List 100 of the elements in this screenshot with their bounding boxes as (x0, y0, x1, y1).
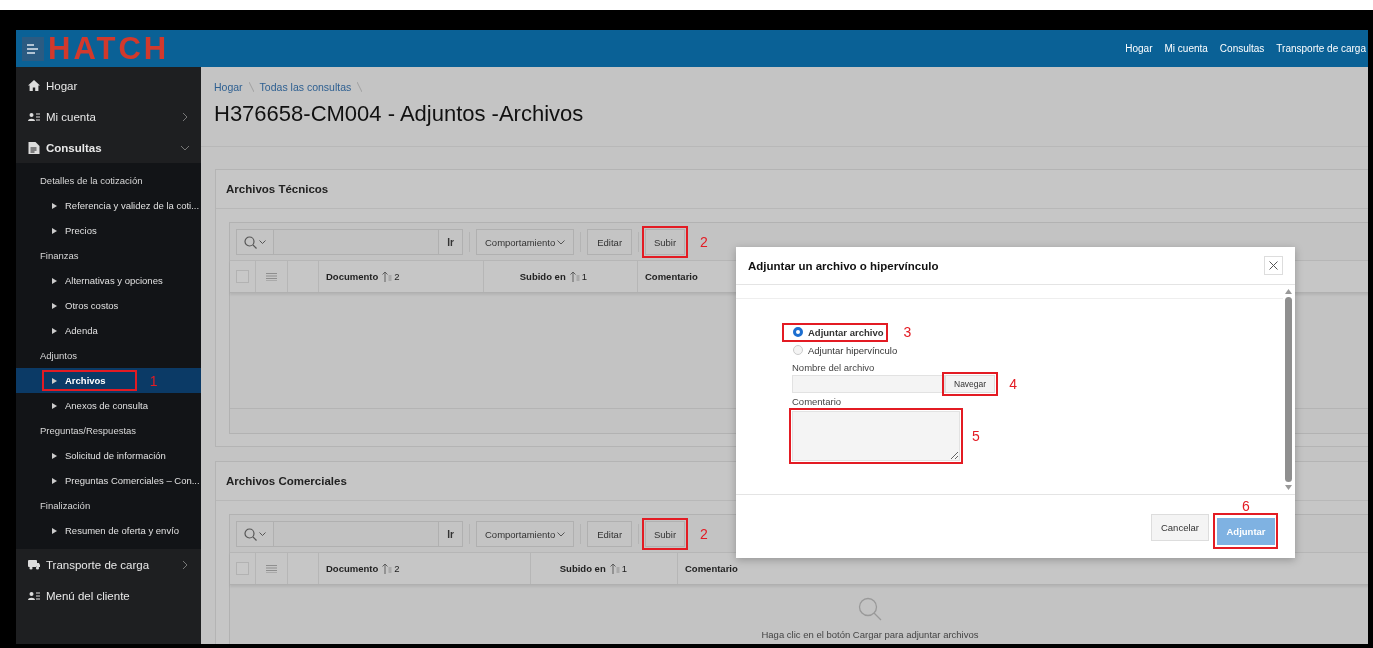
column-label: Documento (326, 563, 379, 574)
region-title: Archivos Técnicos (226, 183, 329, 195)
triangle-icon (52, 377, 57, 384)
upload-button[interactable]: Subir (645, 229, 686, 255)
sidebar-subitem-label: Adenda (65, 325, 98, 336)
sort-order: 2 (394, 271, 400, 282)
upload-button[interactable]: Subir (645, 521, 686, 547)
close-button[interactable] (1264, 256, 1283, 275)
callout-frame (642, 226, 689, 258)
edit-button[interactable]: Editar (587, 521, 633, 547)
search-icon (244, 527, 257, 541)
step-number: 5 (972, 428, 980, 444)
field-label: Nombre del archivo (792, 362, 876, 375)
triangle-icon (52, 327, 57, 334)
sort-ascending-icon (569, 271, 580, 282)
actions-menu-button[interactable]: Comportamiento (476, 521, 575, 547)
file-name-field[interactable] (792, 375, 945, 393)
sidebar-subitem[interactable]: Referencia y validez de la coti... (16, 193, 201, 218)
search-column-button[interactable] (236, 521, 274, 547)
menu-group-label: Finalización (39, 499, 92, 513)
column-label: Documento (326, 271, 379, 282)
logo: HATCH (48, 33, 170, 64)
document-icon (28, 141, 40, 154)
menu-lines-icon (266, 564, 277, 573)
breadcrumb-link[interactable]: Hogar (214, 81, 243, 93)
sidebar-item[interactable]: Consultas (16, 132, 201, 163)
triangle-icon (52, 227, 57, 234)
column-header[interactable]: Comentario (638, 261, 705, 292)
caret-icon (557, 531, 566, 537)
radio-option[interactable]: Adjuntar hipervínculo (782, 344, 902, 356)
column-header[interactable]: Documento 2 (319, 553, 531, 584)
sidebar-subitem-label: Otros costos (65, 300, 119, 311)
separator-icon (357, 82, 363, 92)
sidebar-subitem-label: Solicitud de información (65, 450, 166, 461)
nav-link[interactable]: Mi cuenta (1164, 43, 1208, 54)
triangle-icon (52, 202, 57, 209)
sort-order: 1 (581, 271, 587, 282)
sidebar-subitem[interactable]: Archivos 1 (16, 368, 201, 393)
sidebar-item[interactable]: Mi cuenta (16, 101, 201, 132)
menu-icon (27, 43, 39, 54)
region-title: Archivos Comerciales (226, 475, 347, 487)
cancel-button[interactable]: Cancelar (1150, 514, 1209, 541)
column-label: Comentario (645, 271, 698, 282)
triangle-icon (52, 302, 57, 309)
menu-button[interactable] (22, 36, 44, 61)
sidebar-subitem[interactable]: Adenda (16, 318, 201, 343)
radio-option[interactable]: Adjuntar archivo (782, 322, 888, 342)
column-header[interactable]: Subido en 1 (484, 261, 638, 292)
triangle-icon (52, 452, 57, 459)
sidebar-subitem[interactable]: Anexos de consulta (16, 393, 201, 418)
separator-icon (248, 82, 254, 92)
column-header[interactable]: Documento 2 (319, 261, 484, 292)
sidebar-subitem-label: Archivos (65, 375, 106, 386)
radio-button[interactable] (793, 327, 803, 337)
home-icon (28, 80, 40, 91)
sidebar-subitem[interactable]: Preguntas Comerciales – Con... (16, 468, 201, 493)
sidebar-subitem[interactable]: Otros costos (16, 293, 201, 318)
sidebar-item[interactable]: Menú del cliente (16, 580, 201, 611)
contact-card-icon (28, 590, 40, 601)
menu-group-label: Preguntas/Respuestas (39, 424, 138, 438)
callout-frame (642, 518, 689, 550)
menu-group-label: Detalles de la cotización (39, 174, 144, 188)
empty-message: Haga clic en el botón Cargar para adjuntar archivos (761, 629, 979, 640)
sidebar-subitem-label: Anexos de consulta (65, 400, 148, 411)
sort-ascending-icon (609, 563, 620, 574)
sidebar-subitem[interactable]: Precios (16, 218, 201, 243)
step-number: 6 (1242, 498, 1250, 514)
caret-icon (557, 239, 566, 245)
scroll-up-icon (1284, 289, 1292, 294)
browse-button[interactable]: Navegar (945, 375, 996, 393)
triangle-icon (52, 527, 57, 534)
menu-group-label: Adjuntos (39, 349, 78, 363)
actions-menu-button[interactable]: Comportamiento (476, 229, 575, 255)
sidebar-item[interactable]: Transporte de carga (16, 549, 201, 580)
sidebar-item[interactable]: Hogar (16, 70, 201, 101)
go-button[interactable]: Ir (439, 229, 463, 255)
search-column-button[interactable] (236, 229, 274, 255)
nav-link[interactable]: Hogar (1125, 43, 1153, 54)
edit-button[interactable]: Editar (587, 229, 633, 255)
column-header[interactable]: Comentario (678, 553, 745, 584)
search-icon (858, 597, 882, 621)
radio-label: Adjuntar hipervínculo (808, 344, 898, 356)
triangle-icon (52, 402, 57, 409)
triangle-icon (52, 277, 57, 284)
page-title: H376658-CM004 - Adjuntos -Archivos (214, 100, 585, 128)
sidebar-subitem-label: Preguntas Comerciales – Con... (65, 475, 200, 486)
go-button[interactable]: Ir (439, 521, 463, 547)
column-header[interactable]: Subido en 1 (531, 553, 678, 584)
field-label: Comentario (792, 396, 843, 409)
sidebar-subitem[interactable]: Solicitud de información (16, 443, 201, 468)
nav-link[interactable]: Consultas (1219, 43, 1265, 54)
step-number: 3 (903, 324, 912, 340)
sidebar-subitem-label: Referencia y validez de la coti... (65, 200, 200, 211)
sidebar-subitem[interactable]: Alternativas y opciones (16, 268, 201, 293)
sort-ascending-icon (382, 563, 393, 574)
breadcrumb-link[interactable]: Todas las consultas (259, 81, 352, 93)
nav-link[interactable]: Transporte de carga (1276, 43, 1366, 54)
sidebar-subitem[interactable]: Resumen de oferta y envío (16, 518, 201, 543)
scroll-down-icon (1284, 485, 1292, 490)
sidebar-subitem-label: Resumen de oferta y envío (65, 525, 180, 536)
